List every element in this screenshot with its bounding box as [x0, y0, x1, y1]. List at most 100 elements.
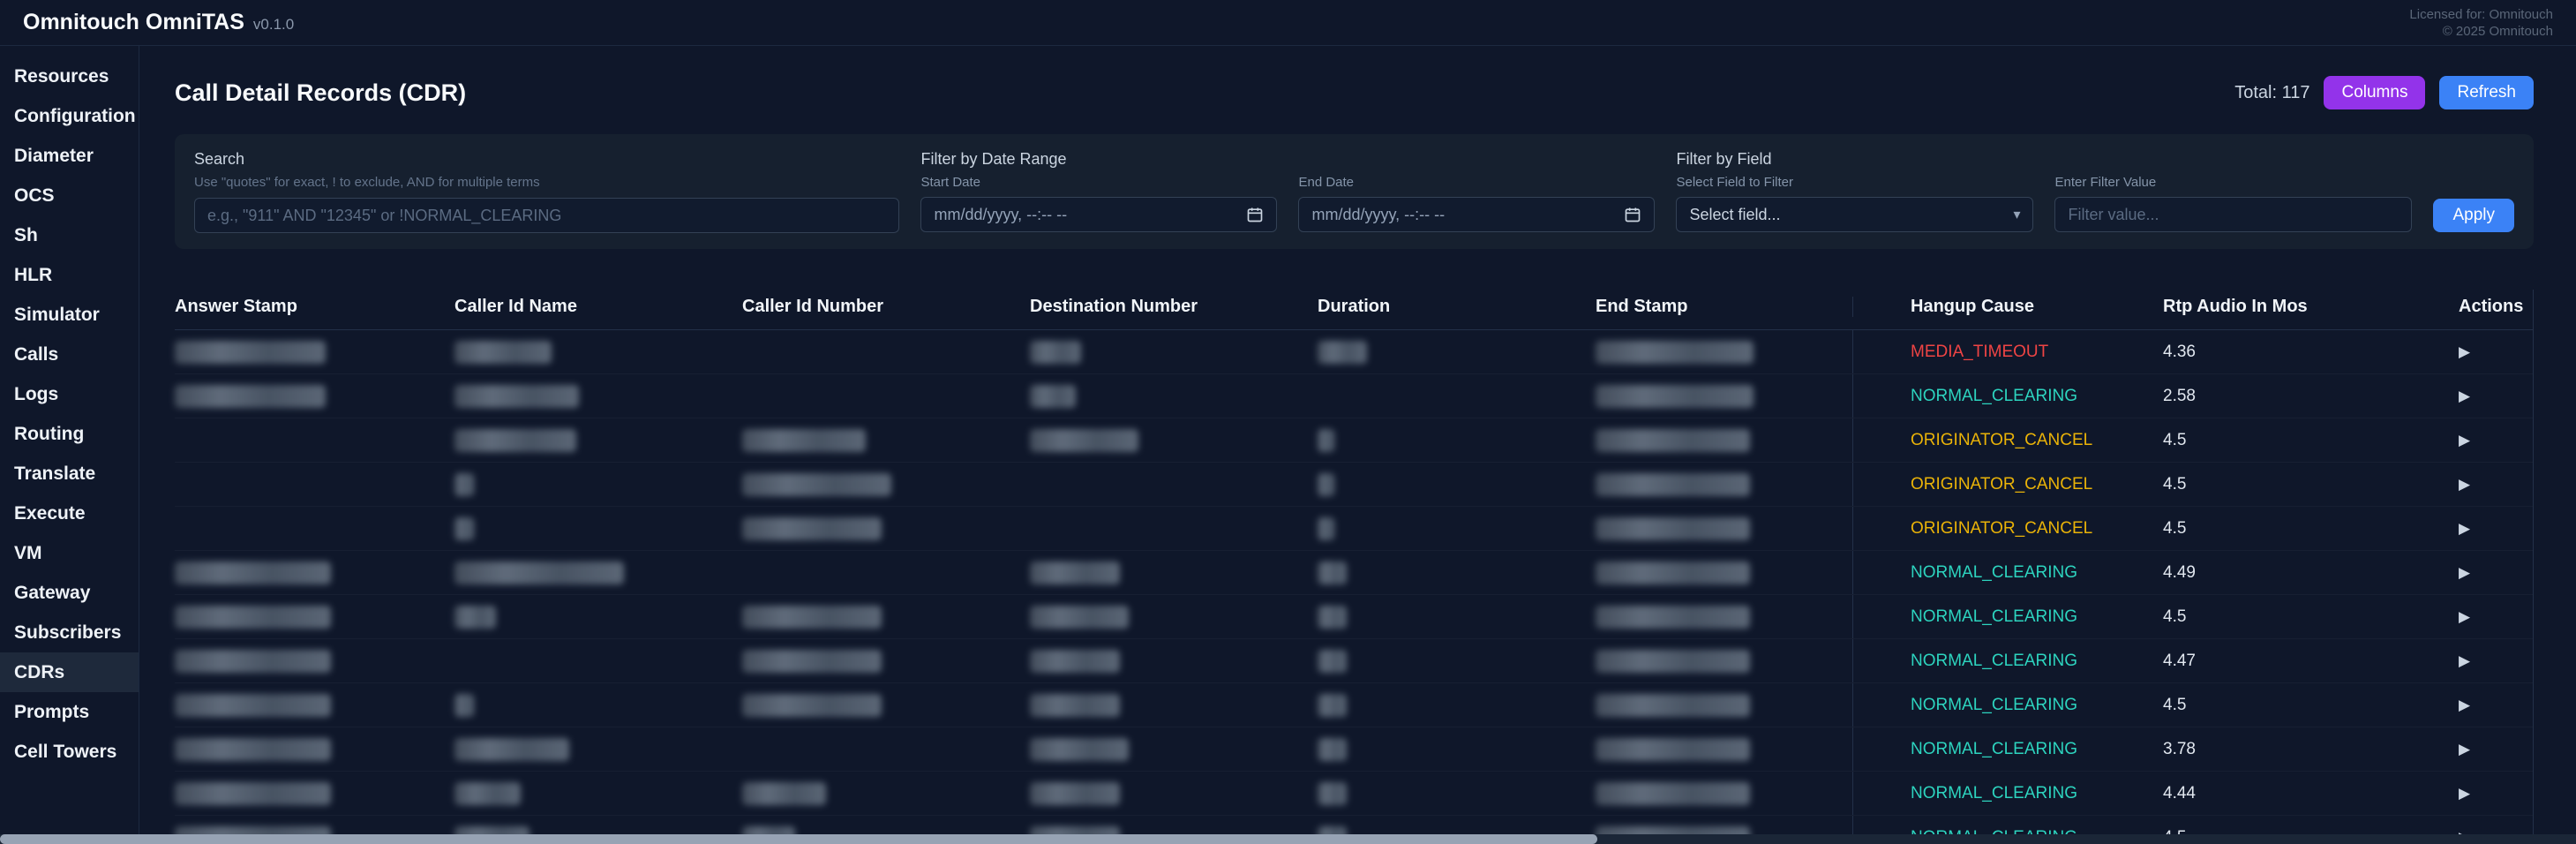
- redacted-value: [1318, 782, 1347, 805]
- play-button[interactable]: ▶: [2459, 785, 2470, 803]
- play-button[interactable]: ▶: [2459, 343, 2470, 361]
- redacted-value: [742, 473, 891, 496]
- app-title: Omnitouch OmniTAS: [23, 10, 244, 35]
- cell-destination-number: [1030, 385, 1318, 408]
- scrollbar-thumb[interactable]: [0, 834, 1597, 844]
- redacted-value: [454, 473, 474, 496]
- cell-duration: [1318, 650, 1596, 673]
- play-button[interactable]: ▶: [2459, 520, 2470, 538]
- field-select-group: Select Field to Filter Select field... ▾: [1676, 175, 2033, 232]
- redacted-value: [1596, 385, 1754, 408]
- redacted-value: [1318, 561, 1347, 584]
- cdr-table: Answer StampCaller Id NameCaller Id Numb…: [175, 290, 2534, 844]
- columns-button[interactable]: Columns: [2324, 76, 2425, 109]
- sidebar-item-gateway[interactable]: Gateway: [0, 573, 139, 613]
- end-date-input[interactable]: mm/dd/yyyy, --:-- --: [1298, 197, 1655, 232]
- cell-duration: [1318, 429, 1596, 452]
- filter-panel: Search Use "quotes" for exact, ! to excl…: [175, 134, 2534, 249]
- cell-destination-number: [1030, 650, 1318, 673]
- cell-answer-stamp: [175, 561, 454, 584]
- sidebar-item-sh[interactable]: Sh: [0, 215, 139, 255]
- play-button[interactable]: ▶: [2459, 388, 2470, 405]
- calendar-icon[interactable]: [1246, 206, 1264, 223]
- chevron-down-icon: ▾: [2013, 206, 2020, 223]
- field-select[interactable]: Select field... ▾: [1676, 197, 2033, 232]
- table-row: NORMAL_CLEARING 4.5 ▶: [175, 683, 2533, 727]
- cell-destination-number: [1030, 738, 1318, 761]
- sidebar-item-translate[interactable]: Translate: [0, 454, 139, 494]
- play-button[interactable]: ▶: [2459, 564, 2470, 582]
- cell-caller-id-name: [454, 429, 742, 452]
- cell-caller-id-name: [454, 385, 742, 408]
- sidebar-item-calls[interactable]: Calls: [0, 335, 139, 374]
- column-header: Rtp Audio In Mos: [2163, 297, 2459, 317]
- horizontal-scrollbar[interactable]: [0, 834, 2576, 844]
- redacted-value: [175, 738, 331, 761]
- redacted-value: [1596, 694, 1750, 717]
- sidebar-item-cdrs[interactable]: CDRs: [0, 652, 139, 692]
- table-row: NORMAL_CLEARING 4.47 ▶: [175, 639, 2533, 683]
- calendar-icon[interactable]: [1624, 206, 1641, 223]
- play-button[interactable]: ▶: [2459, 652, 2470, 670]
- table-row: NORMAL_CLEARING 4.44 ▶: [175, 772, 2533, 816]
- redacted-value: [1318, 517, 1334, 540]
- cell-caller-id-name: [454, 782, 742, 805]
- sidebar-item-logs[interactable]: Logs: [0, 374, 139, 414]
- column-header: Caller Id Name: [454, 297, 742, 317]
- redacted-value: [742, 517, 882, 540]
- apply-button[interactable]: Apply: [2433, 199, 2514, 232]
- sidebar-item-diameter[interactable]: Diameter: [0, 136, 139, 176]
- sidebar-item-ocs[interactable]: OCS: [0, 176, 139, 215]
- page-header: Call Detail Records (CDR) Total: 117 Col…: [175, 76, 2534, 109]
- redacted-value: [454, 385, 579, 408]
- sidebar-item-routing[interactable]: Routing: [0, 414, 139, 454]
- play-button[interactable]: ▶: [2459, 608, 2470, 626]
- sidebar-item-configuration[interactable]: Configuration: [0, 96, 139, 136]
- play-button[interactable]: ▶: [2459, 476, 2470, 494]
- sidebar-item-execute[interactable]: Execute: [0, 494, 139, 533]
- field-select-label: Select Field to Filter: [1676, 175, 2033, 190]
- play-button[interactable]: ▶: [2459, 697, 2470, 714]
- cell-destination-number: [1030, 694, 1318, 717]
- start-date-input[interactable]: mm/dd/yyyy, --:-- --: [920, 197, 1277, 232]
- redacted-value: [742, 694, 882, 717]
- topbar: Omnitouch OmniTAS v0.1.0 Licensed for: O…: [0, 0, 2576, 46]
- redacted-value: [454, 782, 521, 805]
- cell-duration: [1318, 694, 1596, 717]
- field-select-value: Select field...: [1689, 206, 1780, 224]
- licensed-for-text: Licensed for: Omnitouch: [2409, 6, 2553, 23]
- sidebar-item-vm[interactable]: VM: [0, 533, 139, 573]
- search-input[interactable]: [194, 198, 899, 233]
- mos-value: 4.47: [2163, 652, 2459, 671]
- header-actions: Total: 117 Columns Refresh: [2234, 76, 2534, 109]
- play-button[interactable]: ▶: [2459, 432, 2470, 449]
- redacted-value: [1030, 385, 1076, 408]
- column-header: Caller Id Number: [742, 297, 1030, 317]
- redacted-value: [175, 341, 326, 364]
- sidebar-item-simulator[interactable]: Simulator: [0, 295, 139, 335]
- redacted-value: [454, 694, 474, 717]
- filter-value-input[interactable]: [2054, 197, 2412, 232]
- redacted-value: [1596, 341, 1754, 364]
- hangup-cause: NORMAL_CLEARING: [1852, 772, 2163, 815]
- table-row: ORIGINATOR_CANCEL 4.5 ▶: [175, 507, 2533, 551]
- redacted-value: [742, 650, 882, 673]
- cell-end-stamp: [1596, 738, 1852, 761]
- redacted-value: [1596, 606, 1750, 629]
- mos-value: 4.44: [2163, 784, 2459, 803]
- sidebar-item-hlr[interactable]: HLR: [0, 255, 139, 295]
- sidebar-item-resources[interactable]: Resources: [0, 57, 139, 96]
- filter-value-label: Enter Filter Value: [2054, 175, 2412, 190]
- sidebar-item-cell-towers[interactable]: Cell Towers: [0, 732, 139, 772]
- mos-value: 4.5: [2163, 431, 2459, 450]
- sidebar-item-subscribers[interactable]: Subscribers: [0, 613, 139, 652]
- cell-caller-id-name: [454, 473, 742, 496]
- cell-duration: [1318, 561, 1596, 584]
- redacted-value: [454, 606, 496, 629]
- play-button[interactable]: ▶: [2459, 741, 2470, 758]
- sidebar-item-prompts[interactable]: Prompts: [0, 692, 139, 732]
- redacted-value: [742, 606, 882, 629]
- cell-actions: ▶: [2459, 564, 2533, 582]
- refresh-button[interactable]: Refresh: [2439, 76, 2534, 109]
- cell-actions: ▶: [2459, 388, 2533, 405]
